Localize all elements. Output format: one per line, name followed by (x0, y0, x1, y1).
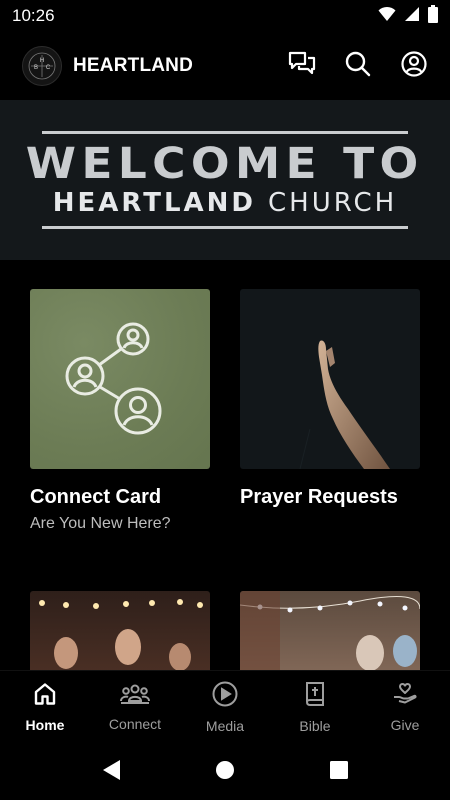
church-logo[interactable]: H B C (22, 46, 62, 86)
back-triangle-icon (101, 759, 121, 786)
home-icon (33, 682, 57, 711)
welcome-banner[interactable]: WELCOME TO HEARTLAND CHURCH (0, 100, 450, 260)
back-button[interactable] (97, 758, 125, 786)
bible-icon (304, 681, 326, 712)
nav-media[interactable]: Media (180, 671, 270, 744)
string-lights-image (39, 599, 203, 671)
nav-connect-label: Connect (108, 716, 162, 732)
app-title: HEARTLAND (73, 55, 194, 76)
share-network-icon (65, 319, 175, 440)
give-hand-icon (392, 682, 418, 711)
battery-icon (428, 4, 438, 28)
nav-bible-label: Bible (299, 718, 331, 734)
play-circle-icon (212, 681, 238, 712)
nav-media-label: Media (205, 718, 245, 734)
wifi-icon (378, 6, 396, 27)
nav-bible[interactable]: Bible (270, 671, 360, 744)
people-icon (120, 683, 150, 710)
account-icon (401, 50, 427, 82)
banner-heartland-text: HEARTLAND (52, 188, 257, 218)
status-bar: 10:26 (0, 0, 450, 32)
praying-hand-image (299, 340, 390, 469)
banner-bottom-rule (42, 226, 408, 229)
prayer-requests-card[interactable]: Prayer Requests (240, 289, 420, 509)
app-bar: H B C HEARTLAND (0, 32, 450, 100)
chat-button[interactable] (288, 51, 316, 82)
nav-give-label: Give (390, 717, 420, 733)
recents-button[interactable] (325, 758, 353, 786)
chat-icon (288, 51, 316, 82)
nav-connect[interactable]: Connect (90, 671, 180, 744)
system-navigation-bar (0, 744, 450, 800)
home-circle-icon (215, 760, 235, 785)
signal-icon (404, 6, 420, 27)
nav-give[interactable]: Give (360, 671, 450, 744)
connect-card-image (30, 289, 210, 469)
prayer-card-title: Prayer Requests (240, 486, 398, 508)
search-button[interactable] (344, 51, 372, 82)
bottom-navigation: Home Connect Media Bible Give (0, 670, 450, 744)
profile-button[interactable] (400, 50, 428, 82)
outdoor-gathering-image (240, 591, 420, 671)
connect-card-subtitle: Are You New Here? (30, 515, 171, 532)
banner-church-line: HEARTLAND CHURCH (53, 188, 397, 218)
logo-letter-c: C (46, 65, 51, 71)
app-actions (288, 50, 428, 82)
banner-welcome-text: WELCOME TO (26, 139, 424, 189)
logo-letter-h: H (40, 58, 44, 64)
status-time: 10:26 (12, 6, 55, 25)
banner-top-rule (42, 131, 408, 134)
prayer-card-image (240, 289, 420, 469)
nav-home[interactable]: Home (0, 671, 90, 744)
nav-home-label: Home (25, 717, 65, 733)
status-icons (378, 4, 438, 28)
connect-card-title: Connect Card (30, 486, 162, 508)
banner-church-text: CHURCH (268, 188, 398, 218)
logo-letter-b: B (34, 65, 38, 71)
connect-card[interactable]: Connect Card Are You New Here? (30, 289, 210, 533)
home-system-button[interactable] (211, 758, 239, 786)
recents-square-icon (329, 760, 349, 785)
search-icon (345, 51, 371, 82)
